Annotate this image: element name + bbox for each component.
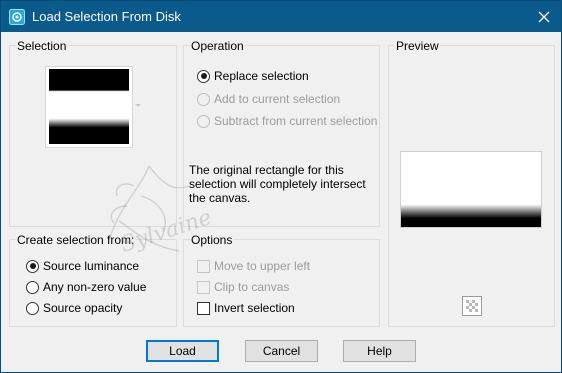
- checkbox-label: Clip to canvas: [214, 280, 290, 294]
- create-selection-group-label: Create selection from:: [16, 233, 136, 247]
- checkbox[interactable]: [197, 280, 210, 294]
- source-opacity-radio[interactable]: Source opacity: [26, 301, 122, 315]
- help-button[interactable]: Help: [343, 340, 416, 362]
- radio-label: Source opacity: [43, 301, 123, 315]
- thumbnail-dropdown-arrow-icon[interactable]: [135, 104, 141, 107]
- radio-label: Add to current selection: [214, 92, 341, 106]
- radio-button[interactable]: [26, 301, 39, 315]
- preview-image: [400, 151, 542, 228]
- checkerboard-icon: [463, 297, 481, 315]
- radio-label: Subtract from current selection: [214, 114, 378, 128]
- radio-button[interactable]: [197, 69, 210, 83]
- invert-selection-checkbox[interactable]: Invert selection: [197, 301, 295, 315]
- radio-label: Replace selection: [214, 69, 309, 83]
- radio-button[interactable]: [197, 92, 210, 106]
- subtract-from-selection-radio[interactable]: Subtract from current selection: [197, 114, 377, 128]
- checkbox-label: Invert selection: [214, 301, 295, 315]
- radio-button[interactable]: [26, 259, 39, 273]
- any-non-zero-value-radio[interactable]: Any non-zero value: [26, 280, 146, 294]
- checkbox[interactable]: [197, 259, 210, 273]
- app-icon: [9, 9, 25, 25]
- checkbox[interactable]: [197, 301, 210, 315]
- options-group-label: Options: [190, 233, 234, 247]
- preview-group-label: Preview: [395, 39, 440, 53]
- close-button[interactable]: [527, 1, 561, 32]
- preview-gradient: [401, 152, 541, 227]
- clip-to-canvas-checkbox[interactable]: Clip to canvas: [197, 280, 289, 294]
- load-button[interactable]: Load: [146, 340, 219, 362]
- operation-info-text: The original rectangle for this selectio…: [189, 163, 366, 205]
- radio-button[interactable]: [197, 114, 210, 128]
- window-title: Load Selection From Disk: [32, 9, 181, 24]
- title-bar[interactable]: Load Selection From Disk: [1, 1, 561, 32]
- selection-thumbnail-image: [49, 69, 129, 144]
- source-luminance-radio[interactable]: Source luminance: [26, 259, 139, 273]
- add-to-selection-radio[interactable]: Add to current selection: [197, 92, 340, 106]
- selection-group-label: Selection: [16, 39, 68, 53]
- dialog-window: Load Selection From Disk Selection Opera…: [0, 0, 562, 373]
- radio-button[interactable]: [26, 280, 39, 294]
- operation-group-label: Operation: [190, 39, 245, 53]
- replace-selection-radio[interactable]: Replace selection: [197, 69, 309, 83]
- radio-label: Source luminance: [43, 259, 140, 273]
- move-to-upper-left-checkbox[interactable]: Move to upper left: [197, 259, 310, 273]
- selection-thumbnail[interactable]: [45, 66, 133, 148]
- close-icon: [538, 11, 550, 22]
- checkbox-label: Move to upper left: [214, 259, 311, 273]
- radio-label: Any non-zero value: [43, 280, 147, 294]
- cancel-button[interactable]: Cancel: [245, 340, 318, 362]
- transparency-toggle-button[interactable]: [462, 296, 482, 316]
